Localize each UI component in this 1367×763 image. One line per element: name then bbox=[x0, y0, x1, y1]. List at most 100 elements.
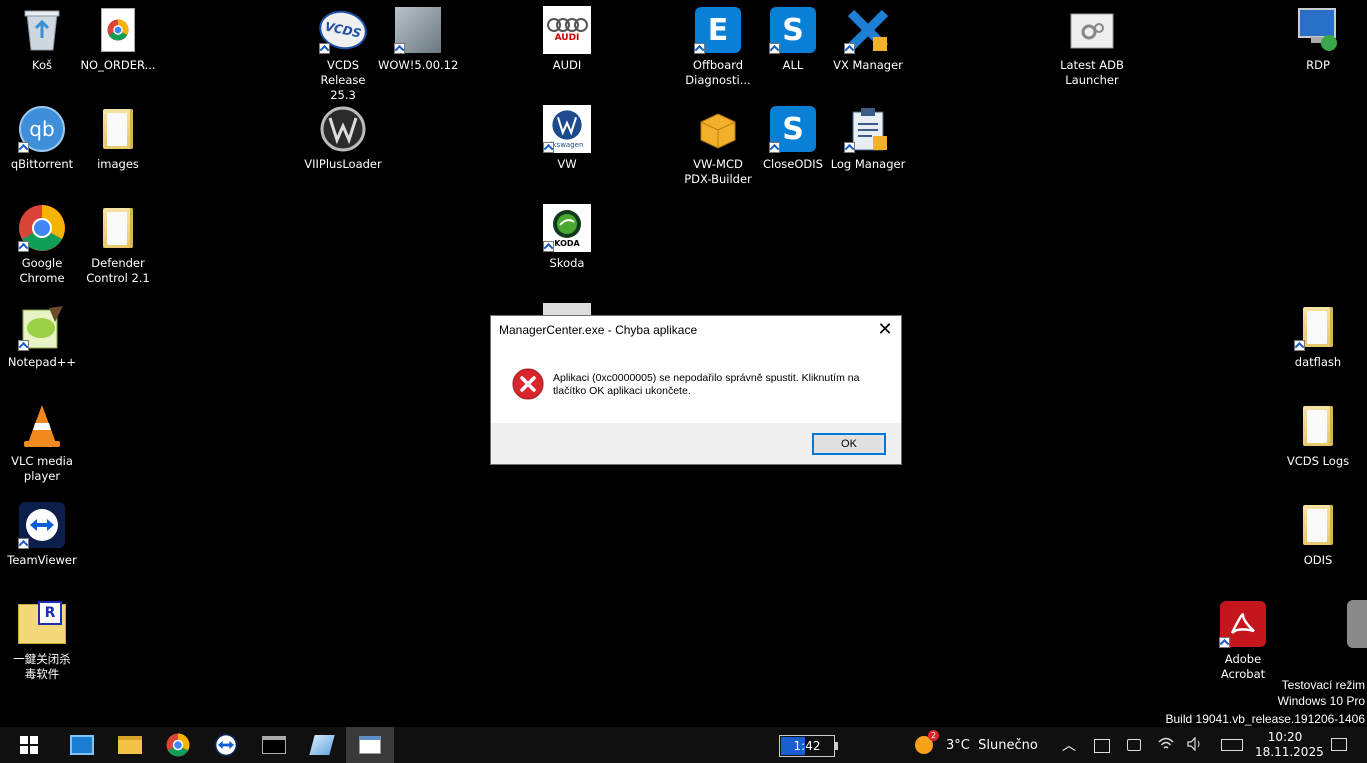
taskbar-chrome[interactable] bbox=[154, 727, 202, 763]
desktop-icon-label: Log Manager bbox=[830, 157, 906, 171]
shortcut-arrow-icon bbox=[1294, 340, 1305, 351]
desktop-icon-odis[interactable]: ODIS bbox=[1280, 501, 1356, 568]
desktop-icon-log-manager[interactable]: Log Manager bbox=[830, 105, 906, 172]
monitor-app-icon bbox=[70, 735, 94, 755]
desktop-icon-no-order[interactable]: NO_ORDER... bbox=[80, 6, 156, 73]
recycle-bin-icon bbox=[18, 6, 66, 54]
desktop-icon-label: Skoda bbox=[549, 256, 585, 270]
audi-logo-icon: AUDI bbox=[543, 6, 591, 54]
taskbar-cmd[interactable] bbox=[250, 727, 298, 763]
folder-icon bbox=[118, 736, 142, 754]
desktop-icon-qbittorrent[interactable]: qb qBittorrent bbox=[4, 105, 80, 172]
power-plug-icon[interactable] bbox=[1127, 739, 1141, 751]
desktop-icon-notepadpp[interactable]: Notepad++ bbox=[4, 303, 80, 370]
notifications-icon[interactable] bbox=[1331, 738, 1347, 751]
desktop-icon-label: Koš bbox=[32, 58, 52, 72]
desktop-icon-skoda[interactable]: KODA Skoda bbox=[529, 204, 605, 271]
shortcut-arrow-icon bbox=[543, 142, 554, 153]
desktop-icon-vlc[interactable]: VLC media player bbox=[4, 402, 80, 484]
desktop-icon-adb-launcher[interactable]: Latest ADB Launcher bbox=[1054, 6, 1130, 88]
sun-icon: 2 bbox=[915, 730, 939, 754]
desktop-icon-label: Latest ADB Launcher bbox=[1060, 58, 1124, 87]
weather-widget[interactable]: 2 3°C Slunečno bbox=[915, 730, 1038, 754]
taskbar: 1:42 2 3°C Slunečno ︿ 10:20 18.11.2025 bbox=[0, 727, 1367, 763]
vw-brand-text: lkswagen bbox=[550, 141, 584, 149]
desktop-icon-vw[interactable]: lkswagen VW bbox=[529, 105, 605, 172]
folder-icon bbox=[94, 204, 142, 252]
desktop-icon-close-odis[interactable]: S CloseODIS bbox=[755, 105, 831, 172]
dialog-footer: OK bbox=[491, 423, 901, 464]
teamviewer-edge-icon[interactable] bbox=[1347, 600, 1367, 648]
watermark-line-2: Windows 10 Pro bbox=[1277, 694, 1365, 708]
show-hidden-icons-chevron-icon[interactable]: ︿ bbox=[1062, 735, 1076, 755]
weather-text: 3°C Slunečno bbox=[946, 737, 1038, 753]
desktop-icon-all[interactable]: S ALL bbox=[755, 6, 831, 73]
desktop-icon-label: VCDS Release 25.3 bbox=[320, 58, 366, 102]
clipboard-log-icon bbox=[844, 105, 892, 153]
watermark-line-3: Build 19041.vb_release.191206-1406 bbox=[1165, 712, 1366, 726]
dialog-close-button[interactable]: ✕ bbox=[869, 316, 901, 344]
error-dialog: ManagerCenter.exe - Chyba aplikace ✕ Apl… bbox=[490, 315, 902, 465]
shortcut-arrow-icon bbox=[844, 43, 855, 54]
desktop-icon-offboard[interactable]: E Offboard Diagnosti... bbox=[680, 6, 756, 88]
desktop-icon-images[interactable]: images bbox=[80, 105, 156, 172]
vx-manager-icon bbox=[844, 6, 892, 54]
desktop-icon-recycle-bin[interactable]: Koš bbox=[4, 6, 80, 73]
tray-app-icon[interactable] bbox=[1094, 739, 1110, 753]
desktop-icon-label: AUDI bbox=[552, 58, 582, 72]
desktop-icon-rdp[interactable]: RDP bbox=[1280, 6, 1356, 73]
volume-icon[interactable] bbox=[1187, 737, 1203, 751]
desktop-icon-vx-manager[interactable]: VX Manager bbox=[830, 6, 906, 73]
shortcut-arrow-icon bbox=[18, 340, 29, 351]
keyboard-icon[interactable] bbox=[1221, 739, 1243, 751]
taskbar-file-explorer[interactable] bbox=[106, 727, 154, 763]
desktop-icon-viiplus[interactable]: VIIPlusLoader bbox=[304, 105, 382, 172]
teamviewer-icon bbox=[214, 733, 238, 757]
ok-button[interactable]: OK bbox=[812, 433, 886, 455]
shortcut-arrow-icon bbox=[18, 142, 29, 153]
start-button[interactable] bbox=[0, 727, 58, 763]
folder-icon bbox=[94, 105, 142, 153]
desktop-icon-wow[interactable]: WOW!5.00.12 bbox=[378, 6, 458, 73]
console-icon bbox=[262, 736, 286, 754]
folder-icon bbox=[1294, 303, 1342, 351]
desktop-icon-label: RDP bbox=[1306, 58, 1330, 72]
odis-e-icon: E bbox=[694, 6, 742, 54]
desktop-icon-teamviewer[interactable]: TeamViewer bbox=[4, 501, 80, 568]
taskbar-app-blue-card[interactable] bbox=[298, 727, 346, 763]
error-icon bbox=[512, 368, 544, 400]
desktop-icon-chinese-tool[interactable]: R 一鍵关闭杀 毒软件 bbox=[4, 600, 80, 682]
desktop-icon-label: TeamViewer bbox=[7, 553, 77, 567]
desktop-icon-label: images bbox=[97, 157, 139, 171]
taskbar-teamviewer[interactable] bbox=[202, 727, 250, 763]
wifi-icon[interactable] bbox=[1158, 737, 1174, 751]
dialog-message: Aplikaci (0xc0000005) se nepodařilo sprá… bbox=[553, 372, 860, 397]
folder-r-icon: R bbox=[18, 600, 66, 648]
desktop-icon-label: datflash bbox=[1294, 355, 1342, 369]
desktop-icon-vw-mcd[interactable]: VW-MCD PDX-Builder bbox=[680, 105, 756, 187]
desktop-icon-defender[interactable]: Defender Control 2.1 bbox=[80, 204, 156, 286]
window-app-icon bbox=[359, 736, 381, 754]
desktop-icon-audi[interactable]: AUDI AUDI bbox=[529, 6, 605, 73]
battery-indicator[interactable]: 1:42 bbox=[779, 735, 838, 757]
shortcut-arrow-icon bbox=[694, 43, 705, 54]
vcds-icon: VCDS bbox=[315, 6, 371, 54]
desktop-icon-vcds-logs[interactable]: VCDS Logs bbox=[1280, 402, 1356, 469]
taskbar-app-monitor[interactable] bbox=[58, 727, 106, 763]
desktop-icon-chrome[interactable]: Google Chrome bbox=[4, 204, 80, 286]
remote-desktop-icon bbox=[1294, 6, 1342, 54]
adobe-acrobat-icon bbox=[1219, 600, 1267, 648]
shortcut-arrow-icon bbox=[769, 43, 780, 54]
desktop-icon-label: ALL bbox=[782, 58, 804, 72]
gear-window-icon bbox=[1068, 6, 1116, 54]
battery-time: 1:42 bbox=[793, 739, 821, 753]
windows-logo-icon bbox=[20, 736, 38, 754]
clock[interactable]: 10:20 18.11.2025 bbox=[1255, 730, 1324, 760]
desktop-icon-datflash[interactable]: datflash bbox=[1280, 303, 1356, 370]
clock-time: 10:20 bbox=[1267, 730, 1303, 744]
desktop-icon-adobe[interactable]: Adobe Acrobat bbox=[1205, 600, 1281, 682]
taskbar-manager-center[interactable] bbox=[346, 727, 394, 763]
qb-brand-text: qb bbox=[29, 117, 55, 141]
desktop-icon-vcds[interactable]: VCDS VCDS Release 25.3 bbox=[305, 6, 381, 103]
desktop-icon-label: Defender Control 2.1 bbox=[86, 256, 150, 285]
